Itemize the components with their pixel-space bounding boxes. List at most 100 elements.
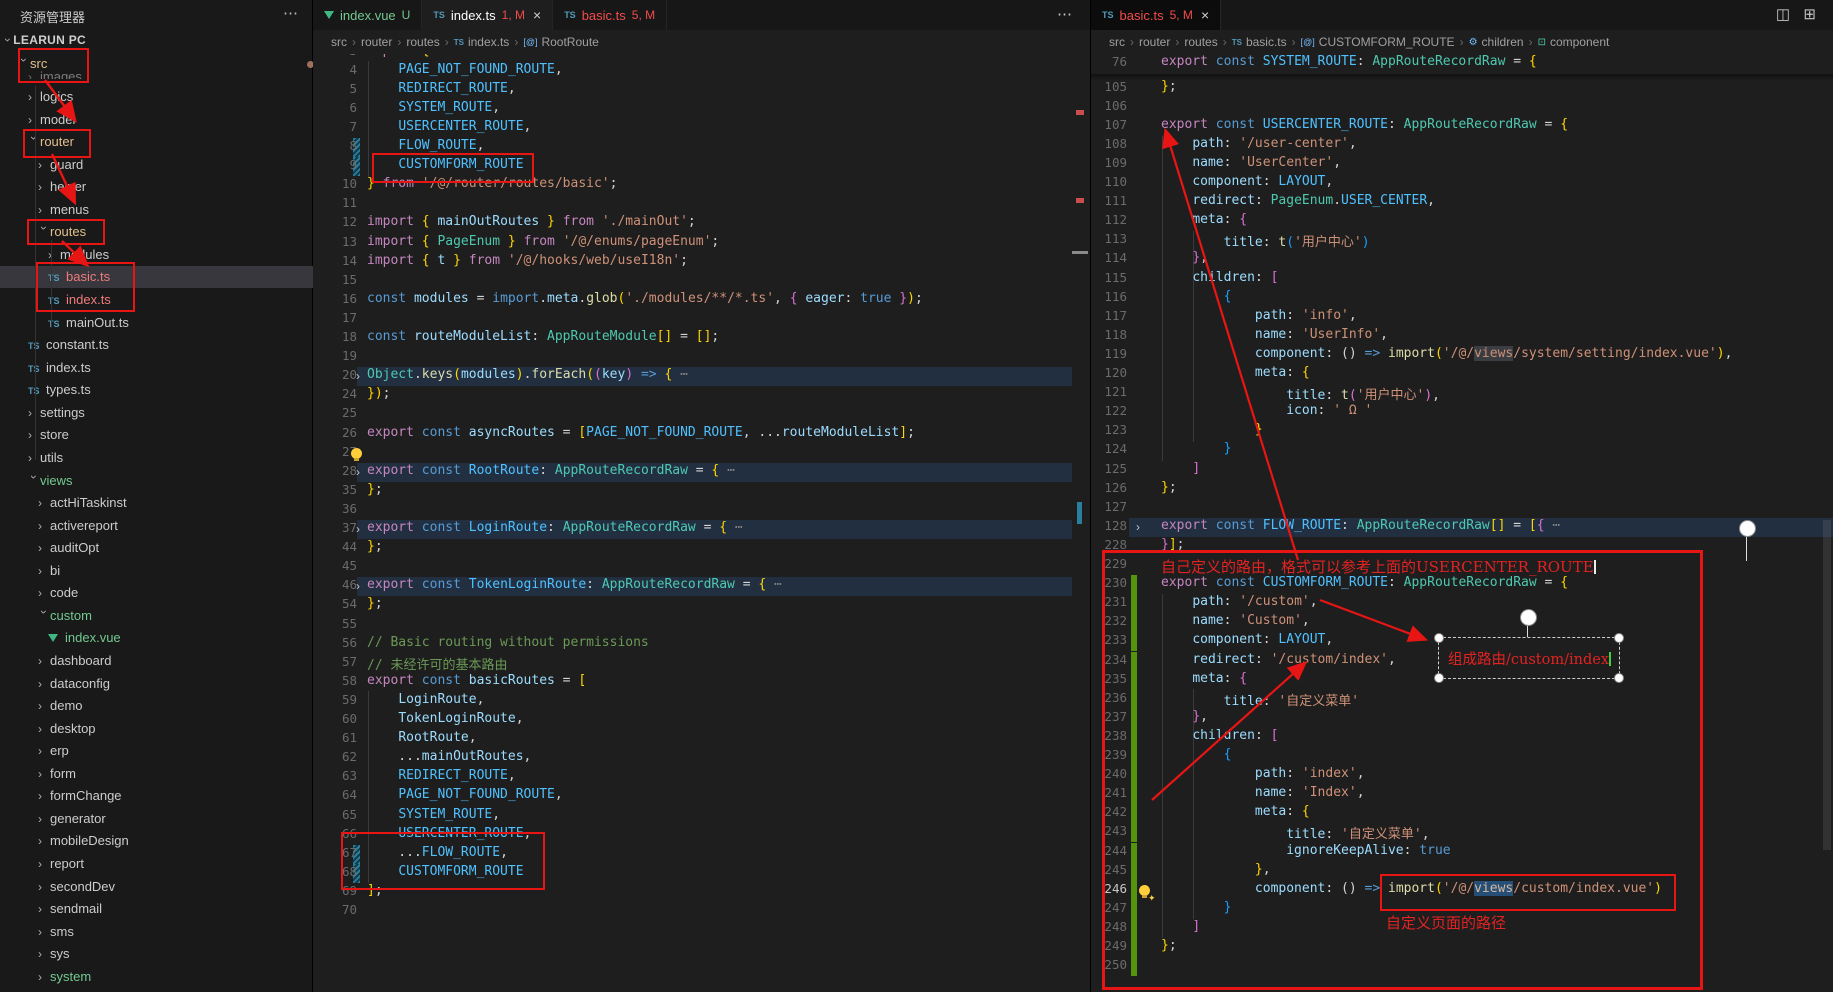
tree-item-form[interactable]: ›form <box>0 763 350 785</box>
fold-chevron-icon[interactable]: › <box>356 367 360 386</box>
code-line-250[interactable]: 250 <box>1091 957 1833 976</box>
tree-item-views[interactable]: ›views <box>0 470 340 492</box>
tree-item-routes[interactable]: ›routes <box>0 221 350 243</box>
code-line-11[interactable]: 11 <box>313 195 1090 214</box>
tree-item-workflow[interactable]: ›workflow <box>0 988 350 992</box>
tree-item-auditOpt[interactable]: ›auditOpt <box>0 537 350 559</box>
tree-item-basic.ts[interactable]: TSbasic.ts5, M <box>0 266 360 288</box>
code-line-128[interactable]: 128›export const FLOW_ROUTE: AppRouteRec… <box>1091 518 1833 537</box>
code-line-24[interactable]: 24}); <box>313 386 1090 405</box>
tree-item-settings[interactable]: ›settings <box>0 402 340 424</box>
code-line-121[interactable]: 121 title: t('用户中心'), <box>1091 384 1833 403</box>
code-line-237[interactable]: 237 }, <box>1091 709 1833 728</box>
code-line-125[interactable]: 125 ] <box>1091 461 1833 480</box>
code-line-228[interactable]: 228}]; <box>1091 537 1833 556</box>
code-line-35[interactable]: 35}; <box>313 482 1090 501</box>
tree-item-erp[interactable]: ›erp <box>0 740 350 762</box>
code-line-61[interactable]: 61 RootRoute, <box>313 730 1090 749</box>
code-line-58[interactable]: 58export const basicRoutes = [ <box>313 673 1090 692</box>
tree-item-dataconfig[interactable]: ›dataconfig <box>0 673 350 695</box>
code-line-62[interactable]: 62 ...mainOutRoutes, <box>313 749 1090 768</box>
code-line-123[interactable]: 123 } <box>1091 422 1833 441</box>
tree-item-index.ts[interactable]: TSindex.ts1, M <box>0 289 360 311</box>
code-line-244[interactable]: 244 ignoreKeepAlive: true <box>1091 843 1833 862</box>
code-line-63[interactable]: 63 REDIRECT_ROUTE, <box>313 768 1090 787</box>
tree-item-constant.ts[interactable]: TSconstant.ts <box>0 334 340 356</box>
tree-item-types.ts[interactable]: TStypes.ts <box>0 379 340 401</box>
code-line-68[interactable]: 68 CUSTOMFORM_ROUTE <box>313 864 1090 883</box>
code-line-37[interactable]: 37›export const LoginRoute: AppRouteReco… <box>313 520 1090 539</box>
code-line-13[interactable]: 13import { PageEnum } from '/@/enums/pag… <box>313 234 1090 253</box>
code-line-126[interactable]: 126}; <box>1091 480 1833 499</box>
code-line-26[interactable]: 26export const asyncRoutes = [PAGE_NOT_F… <box>313 425 1090 444</box>
code-line-25[interactable]: 25 <box>313 405 1090 424</box>
annotation-handle[interactable] <box>1739 520 1756 537</box>
code-line-236[interactable]: 236 title: '自定义菜单' <box>1091 690 1833 709</box>
code-line-245[interactable]: 245 }, <box>1091 862 1833 881</box>
code-line-56[interactable]: 56// Basic routing without permissions <box>313 635 1090 654</box>
code-line-17[interactable]: 17 <box>313 310 1090 329</box>
tree-item-logics[interactable]: ›logics <box>0 86 340 108</box>
breadcrumb-item-src[interactable]: src <box>331 35 347 49</box>
tree-item-dashboard[interactable]: ›dashboard <box>0 650 350 672</box>
code-line-16[interactable]: 16const modules = import.meta.glob('./mo… <box>313 291 1090 310</box>
code-line-10[interactable]: 10} from '/@/router/routes/basic'; <box>313 176 1090 195</box>
code-line-12[interactable]: 12import { mainOutRoutes } from './mainO… <box>313 214 1090 233</box>
textbox-handle[interactable] <box>1614 633 1624 643</box>
tree-item-secondDev[interactable]: ›secondDev <box>0 876 350 898</box>
code-line-231[interactable]: 231 path: '/custom', <box>1091 594 1833 613</box>
code-line-127[interactable]: 127 <box>1091 499 1833 518</box>
tree-item-system[interactable]: ›system <box>0 966 350 988</box>
code-line-46[interactable]: 46›export const TokenLoginRoute: AppRout… <box>313 577 1090 596</box>
code-line-20[interactable]: 20›Object.keys(modules).forEach((key) =>… <box>313 367 1090 386</box>
breadcrumb-item-routes[interactable]: routes <box>406 35 439 49</box>
fold-chevron-icon[interactable]: › <box>356 577 360 596</box>
code-line-111[interactable]: 111 redirect: PageEnum.USER_CENTER, <box>1091 193 1833 212</box>
tree-item-modules[interactable]: ›modules <box>0 244 360 266</box>
code-line-113[interactable]: 113 title: t('用户中心') <box>1091 231 1833 250</box>
code-line-241[interactable]: 241 name: 'Index', <box>1091 785 1833 804</box>
tree-item-custom[interactable]: ›custom <box>0 605 350 627</box>
code-line-117[interactable]: 117 path: 'info', <box>1091 308 1833 327</box>
tree-item-code[interactable]: ›code <box>0 582 350 604</box>
code-line-6[interactable]: 6 SYSTEM_ROUTE, <box>313 100 1090 119</box>
code-line-122[interactable]: 122 icon: ' Ω ' <box>1091 403 1833 422</box>
code-line-15[interactable]: 15 <box>313 272 1090 291</box>
code-line-249[interactable]: 249}; <box>1091 938 1833 957</box>
textbox-handle[interactable] <box>1614 673 1624 683</box>
code-line-242[interactable]: 242 meta: { <box>1091 804 1833 823</box>
code-line-107[interactable]: 107export const USERCENTER_ROUTE: AppRou… <box>1091 117 1833 136</box>
code-line-36[interactable]: 36 <box>313 501 1090 520</box>
scrollbar-thumb[interactable] <box>1823 520 1831 850</box>
code-line-57[interactable]: 57// 未经许可的基本路由 <box>313 654 1090 673</box>
breadcrumb-item-routes[interactable]: routes <box>1184 35 1217 49</box>
tree-item-utils[interactable]: ›utils <box>0 447 340 469</box>
code-line-19[interactable]: 19 <box>313 348 1090 367</box>
code-line-4[interactable]: 4 PAGE_NOT_FOUND_ROUTE, <box>313 62 1090 81</box>
code-line-27[interactable]: 27 <box>313 444 1090 463</box>
fold-chevron-icon[interactable]: › <box>356 463 360 482</box>
code-line-114[interactable]: 114 }, <box>1091 250 1833 269</box>
tree-item-menus[interactable]: ›menus <box>0 199 350 221</box>
code-line-109[interactable]: 109 name: 'UserCenter', <box>1091 155 1833 174</box>
code-line-64[interactable]: 64 PAGE_NOT_FOUND_ROUTE, <box>313 787 1090 806</box>
tree-item-model[interactable]: ›model <box>0 109 340 131</box>
explorer-more-actions-icon[interactable]: ⋯ <box>283 4 298 22</box>
breadcrumb-item-src[interactable]: src <box>1109 35 1125 49</box>
tree-item-actHiTaskinst[interactable]: ›actHiTaskinst <box>0 492 350 514</box>
code-line-70[interactable]: 70 <box>313 902 1090 921</box>
code-line-105[interactable]: 105}; <box>1091 79 1833 98</box>
code-line-7[interactable]: 7 USERCENTER_ROUTE, <box>313 119 1090 138</box>
code-line-243[interactable]: 243 title: '自定义菜单', <box>1091 823 1833 842</box>
tree-item-formChange[interactable]: ›formChange <box>0 785 350 807</box>
breadcrumb-item-index.ts[interactable]: TSindex.ts <box>454 35 510 49</box>
tree-item-desktop[interactable]: ›desktop <box>0 718 350 740</box>
breadcrumb-item-CUSTOMFORM_ROUTE[interactable]: [@]CUSTOMFORM_ROUTE <box>1301 35 1455 49</box>
breadcrumb-item-children[interactable]: ⚙children <box>1469 35 1524 49</box>
code-editor-index-ts[interactable]: 3import {4 PAGE_NOT_FOUND_ROUTE,5 REDIRE… <box>313 0 1090 992</box>
code-line-232[interactable]: 232 name: 'Custom', <box>1091 613 1833 632</box>
tree-item-bi[interactable]: ›bi <box>0 560 350 582</box>
code-line-115[interactable]: 115 children: [ <box>1091 270 1833 289</box>
code-line-9[interactable]: 9 CUSTOMFORM_ROUTE <box>313 157 1090 176</box>
tree-item-generator[interactable]: ›generator <box>0 808 350 830</box>
